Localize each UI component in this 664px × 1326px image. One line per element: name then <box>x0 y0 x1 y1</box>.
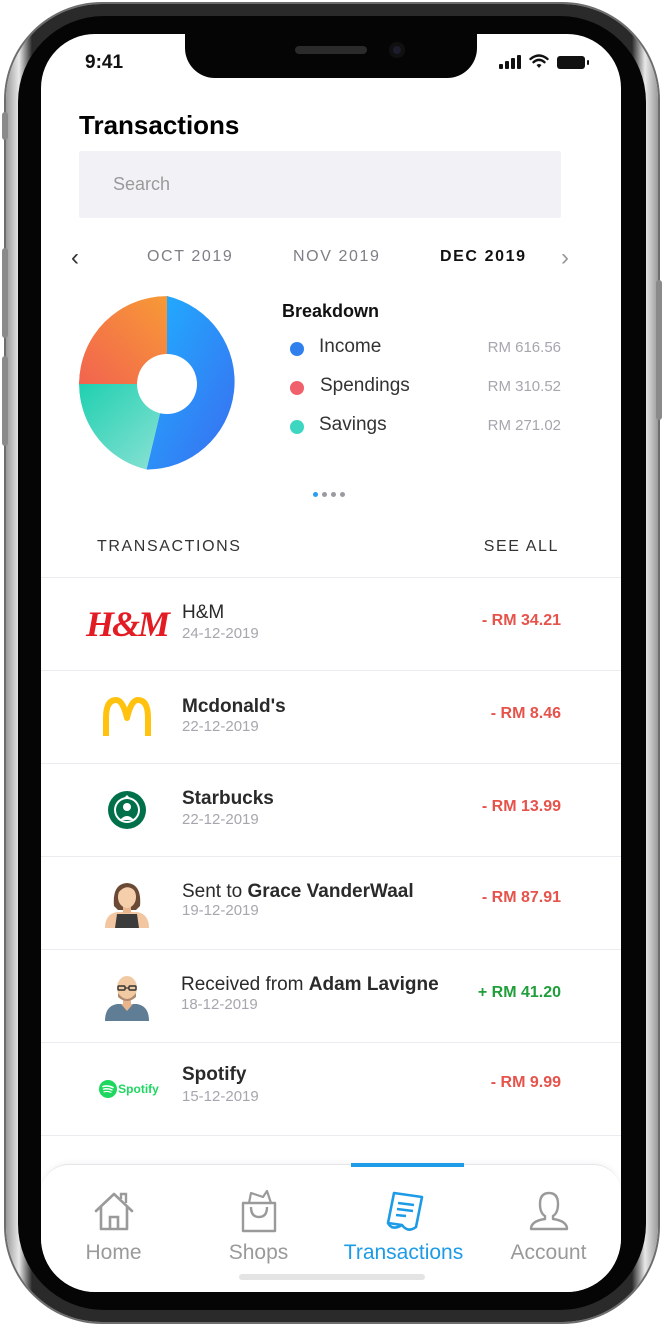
mcdonalds-arches-icon <box>103 697 151 736</box>
legend-spendings-label: Spendings <box>320 375 410 396</box>
legend-savings-label: Savings <box>319 414 387 435</box>
transactions-heading: TRANSACTIONS <box>97 538 242 555</box>
transaction-name: Sent to Grace VanderWaal <box>182 881 414 902</box>
chevron-left-icon[interactable]: ‹ <box>71 244 79 272</box>
male-avatar-icon <box>105 976 149 1021</box>
tab-account[interactable]: Account <box>476 1165 621 1275</box>
transaction-date: 24-12-2019 <box>182 625 259 642</box>
app-screen: 9:41 Transactions ‹ OCT 2019 NOV 2019 DE… <box>41 34 621 1292</box>
transaction-row[interactable]: Sent to Grace VanderWaal 19-12-2019 - RM… <box>41 856 621 949</box>
volume-up-button <box>2 248 8 338</box>
notch <box>185 34 477 78</box>
receipt-icon <box>386 1191 423 1231</box>
legend-savings: Savings RM 271.02 <box>290 414 561 440</box>
month-selector: ‹ OCT 2019 NOV 2019 DEC 2019 › <box>71 242 571 272</box>
transaction-name: Mcdonald's <box>182 696 286 717</box>
transaction-date: 19-12-2019 <box>182 902 259 919</box>
legend-savings-amount: RM 271.02 <box>487 417 561 434</box>
donut-hole <box>137 354 197 414</box>
hm-logo: H&M <box>86 598 170 650</box>
wifi-icon <box>529 54 549 68</box>
search-box[interactable] <box>79 151 561 218</box>
tab-home[interactable]: Home <box>41 1165 186 1275</box>
income-dot <box>290 342 304 356</box>
legend-spendings-amount: RM 310.52 <box>487 378 561 395</box>
transaction-row[interactable]: Received from Adam Lavigne 18-12-2019 + … <box>41 949 621 1042</box>
legend-spendings: Spendings RM 310.52 <box>290 375 561 401</box>
page-title: Transactions <box>79 110 240 140</box>
legend-income-label: Income <box>319 336 382 357</box>
avatar-male <box>97 970 157 1022</box>
tab-home-label: Home <box>85 1241 142 1264</box>
hm-logo-text: H&M <box>86 604 170 644</box>
volume-down-button <box>2 356 8 446</box>
power-button <box>656 280 662 420</box>
transaction-amount: - RM 9.99 <box>490 1074 561 1091</box>
transaction-amount: - RM 13.99 <box>481 798 561 815</box>
spendings-dot <box>290 381 304 395</box>
starbucks-logo <box>97 784 157 836</box>
transaction-name: Starbucks <box>182 788 274 809</box>
status-time: 9:41 <box>85 52 124 73</box>
home-indicator[interactable] <box>239 1274 425 1280</box>
chevron-right-icon[interactable]: › <box>561 244 569 272</box>
month-nov[interactable]: NOV 2019 <box>293 248 381 266</box>
transaction-row[interactable]: H&M H&M 24-12-2019 - RM 34.21 <box>41 577 621 670</box>
transaction-date: 22-12-2019 <box>182 811 259 828</box>
status-icons <box>499 54 589 69</box>
transaction-name: Spotify <box>182 1064 247 1085</box>
page-dot <box>331 492 336 497</box>
month-oct[interactable]: OCT 2019 <box>147 248 233 266</box>
tab-account-label: Account <box>510 1241 587 1264</box>
legend-income-amount: RM 616.56 <box>487 339 561 356</box>
search-input[interactable] <box>79 151 561 218</box>
transaction-list: H&M H&M 24-12-2019 - RM 34.21 Mcdonald's… <box>41 577 621 1139</box>
transactions-section-header: TRANSACTIONS SEE ALL <box>97 538 559 560</box>
transaction-row[interactable]: Mcdonald's 22-12-2019 - RM 8.46 <box>41 670 621 763</box>
transaction-amount: - RM 87.91 <box>481 889 561 906</box>
female-avatar-icon <box>105 883 149 928</box>
avatar-female <box>97 877 157 929</box>
transaction-date: 18-12-2019 <box>181 996 258 1013</box>
savings-dot <box>290 420 304 434</box>
tab-transactions[interactable]: Transactions <box>331 1163 476 1275</box>
user-icon <box>529 1191 568 1231</box>
breakdown-title: Breakdown <box>282 301 380 321</box>
tab-shops[interactable]: Shops <box>186 1165 331 1275</box>
transaction-date: 22-12-2019 <box>182 718 259 735</box>
transaction-date: 15-12-2019 <box>182 1088 259 1105</box>
transaction-amount: + RM 41.20 <box>477 984 561 1001</box>
cellular-signal-icon <box>499 55 521 69</box>
transaction-row[interactable]: Spotify Spotify 15-12-2019 - RM 9.99 <box>41 1042 621 1135</box>
page-dot <box>340 492 345 497</box>
ringer-switch <box>2 112 8 140</box>
transaction-name: H&M <box>182 602 225 623</box>
transaction-row[interactable]: Starbucks 22-12-2019 - RM 13.99 <box>41 763 621 856</box>
page-dot <box>313 492 318 497</box>
list-divider <box>41 1135 621 1139</box>
battery-icon <box>557 56 589 69</box>
mcdonalds-logo <box>97 691 157 743</box>
tab-transactions-label: Transactions <box>343 1241 464 1264</box>
speaker <box>295 46 367 54</box>
breakdown-donut-chart <box>79 296 235 470</box>
page-dot <box>322 492 327 497</box>
tab-bar: Home Shops Transactions Account <box>41 1163 621 1292</box>
legend-income: Income RM 616.56 <box>290 336 561 362</box>
page-indicator[interactable] <box>313 492 345 497</box>
see-all-link[interactable]: SEE ALL <box>484 538 559 556</box>
transaction-name: Received from Adam Lavigne <box>181 974 439 995</box>
front-camera <box>389 42 405 58</box>
transaction-amount: - RM 34.21 <box>481 612 561 629</box>
home-icon <box>94 1192 133 1231</box>
starbucks-siren-icon <box>108 791 146 829</box>
month-dec[interactable]: DEC 2019 <box>440 248 527 266</box>
active-tab-indicator <box>351 1163 464 1167</box>
shopping-bag-icon <box>241 1189 276 1233</box>
tab-shops-label: Shops <box>228 1241 289 1264</box>
spotify-logo: Spotify <box>97 1063 161 1115</box>
transaction-amount: - RM 8.46 <box>490 705 561 722</box>
spotify-icon <box>99 1080 118 1098</box>
spotify-wordmark: Spotify <box>118 1082 159 1096</box>
